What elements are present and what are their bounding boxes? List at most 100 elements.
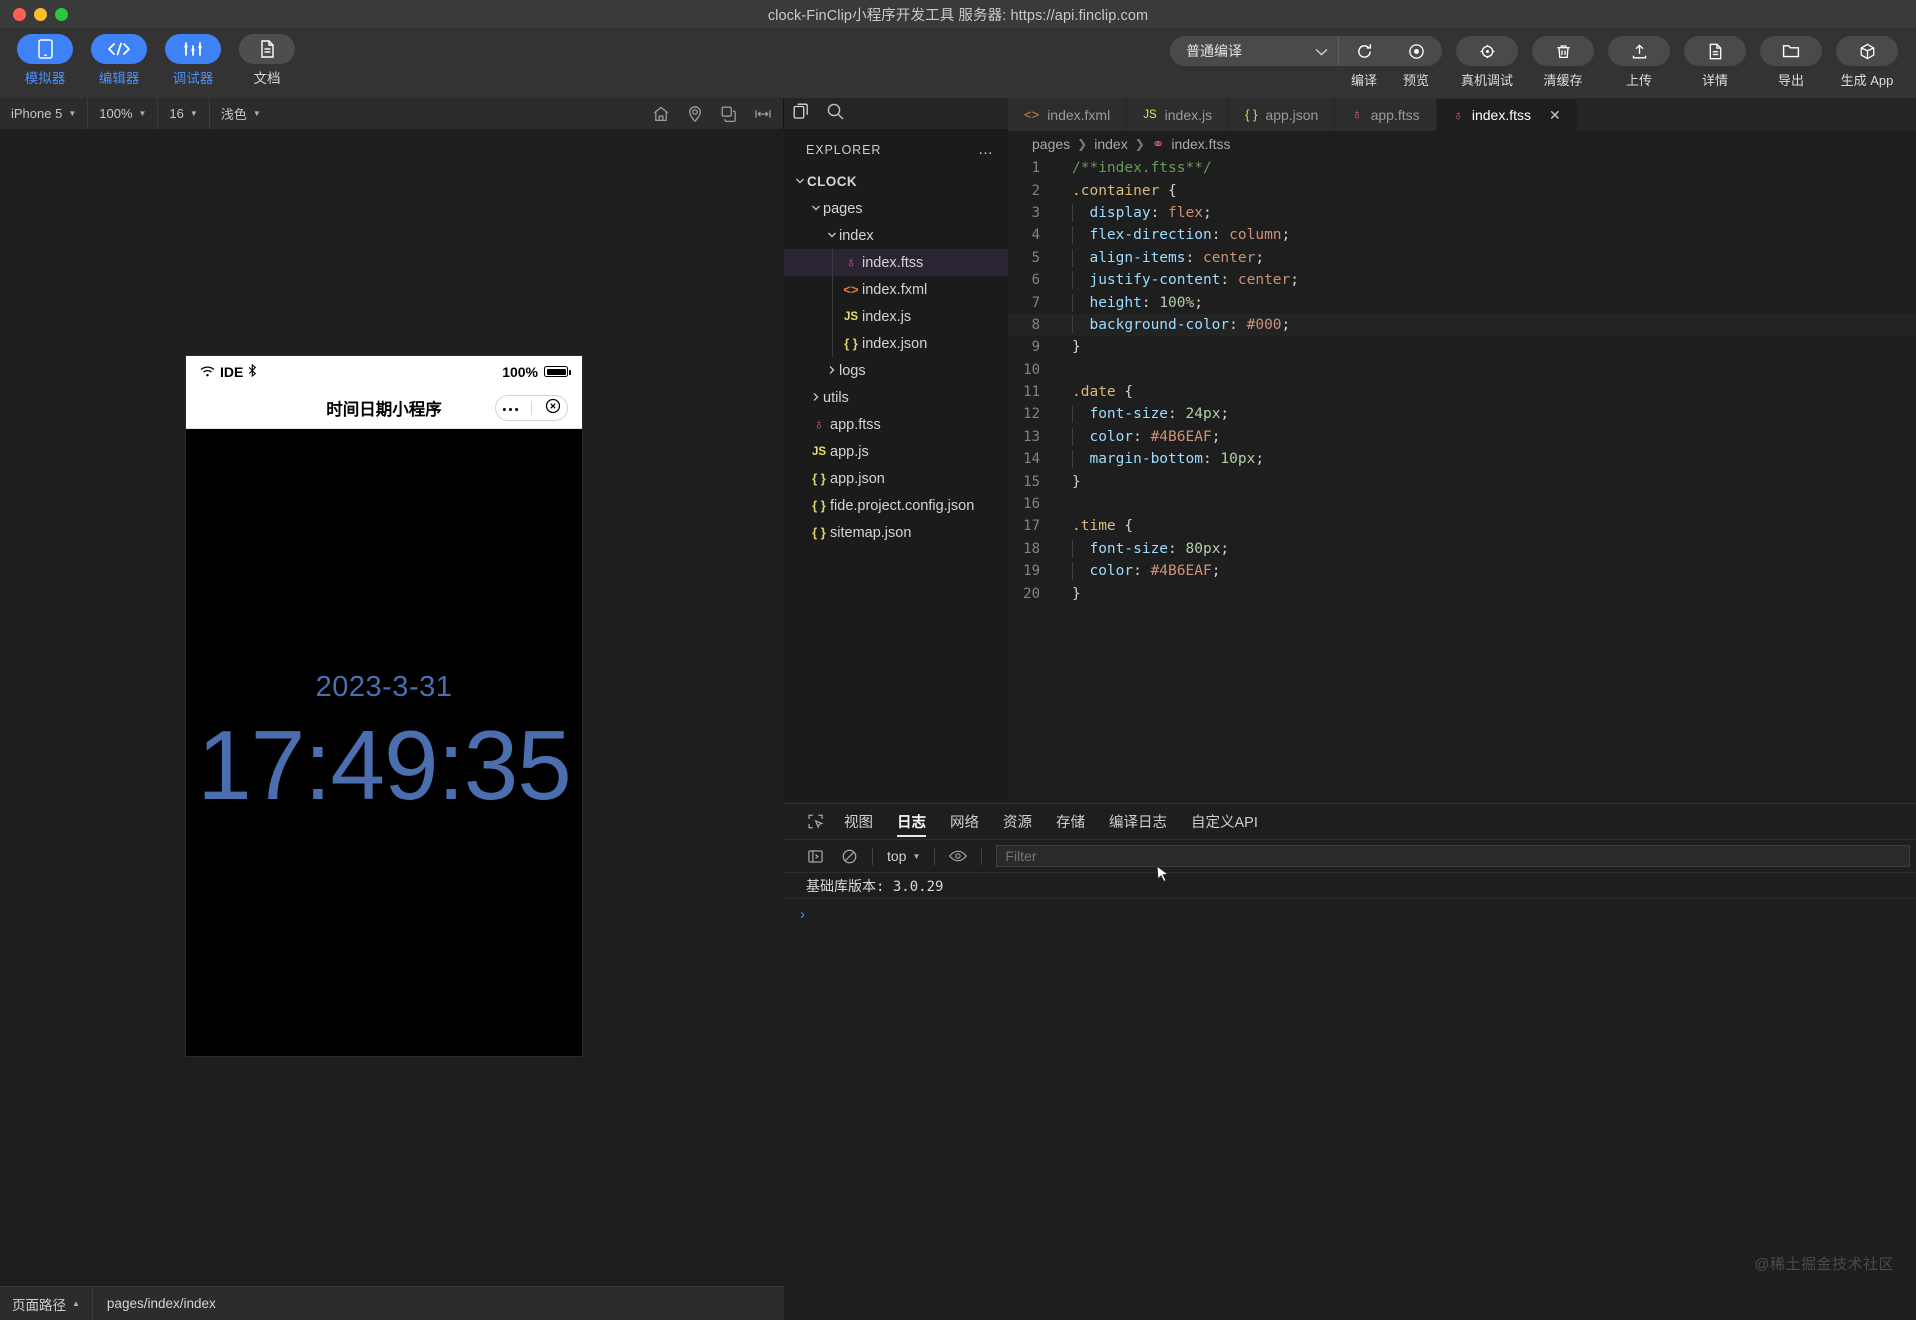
toolbar-debugger-button[interactable]: 调试器 — [162, 34, 224, 87]
line-number: 10 — [1023, 361, 1040, 378]
search-icon[interactable] — [826, 102, 845, 126]
page-path-toggle[interactable]: 页面路径 ▲ — [0, 1287, 93, 1320]
clear-cache-button[interactable]: 清缓存 — [1532, 36, 1594, 89]
preview-button[interactable]: 预览 — [1390, 36, 1442, 89]
copy-files-icon[interactable] — [792, 101, 812, 126]
code-token: ; — [1211, 563, 1221, 580]
tree-item-label: index — [839, 227, 874, 244]
console-tab-4[interactable]: 存储 — [1044, 804, 1097, 840]
breadcrumb-item-1[interactable]: index — [1094, 136, 1127, 152]
phone-simulator: IDE 100% 时间日期小程序 2023-3-31 17:49:35 — [186, 356, 582, 1056]
console-tab-bar: 视图 日志 网络 资源 存储 编译日志 自定义API — [784, 804, 1916, 840]
tree-item-logs[interactable]: logs — [784, 357, 1008, 384]
console-sidebar-icon[interactable] — [798, 848, 832, 865]
console-context-select[interactable]: top ▼ — [879, 848, 928, 864]
tree-item-index-fxml[interactable]: <> index.fxml — [784, 276, 1008, 303]
console-tab-label: 存储 — [1056, 815, 1085, 831]
tree-item-label: logs — [839, 362, 866, 379]
chevron-down-icon — [1315, 43, 1328, 59]
tree-item-app-ftss[interactable]: ♁ app.ftss — [784, 411, 1008, 438]
tree-item-index[interactable]: index — [784, 222, 1008, 249]
editor-tab-index-ftss[interactable]: ♁ index.ftss ✕ — [1436, 98, 1578, 131]
layers-icon[interactable] — [720, 105, 738, 123]
code-line: 19 color: #4B6EAF; — [1008, 560, 1916, 582]
tree-item-utils[interactable]: utils — [784, 384, 1008, 411]
console-prompt[interactable]: › — [784, 899, 1916, 929]
battery-percent-label: 100% — [502, 363, 538, 380]
theme-select[interactable]: 浅色 ▼ — [210, 98, 272, 129]
compile-button[interactable]: 编译 — [1338, 36, 1390, 89]
tree-item-app-js[interactable]: JS app.js — [784, 438, 1008, 465]
editor-tab-app-ftss[interactable]: ♁ app.ftss — [1335, 98, 1437, 131]
editor-tab-label: index.fxml — [1047, 106, 1111, 123]
clear-cache-label: 清缓存 — [1543, 73, 1583, 88]
editor-tab-index-fxml[interactable]: <> index.fxml — [1008, 98, 1128, 131]
close-circle-icon[interactable] — [545, 398, 561, 419]
explorer-more-icon[interactable]: … — [978, 141, 994, 158]
code-line: 14 margin-bottom: 10px; — [1008, 448, 1916, 470]
tree-item-index-ftss[interactable]: ♁ index.ftss — [784, 249, 1008, 276]
resize-icon[interactable] — [754, 105, 772, 123]
code-editor[interactable]: 1/**index.ftss**/2 .container {3 display:… — [1008, 157, 1916, 803]
console-tab-2[interactable]: 网络 — [938, 804, 991, 840]
eye-icon[interactable] — [941, 849, 975, 863]
compile-mode-value: 普通编译 — [1186, 43, 1242, 59]
code-line: 2 .container { — [1008, 179, 1916, 201]
toolbar-right-group: 普通编译 编译 预览 真机调试 清缓存 上传 详情 导出 生成 App — [1170, 36, 1898, 89]
home-icon[interactable] — [652, 105, 670, 123]
compile-mode-select[interactable]: 普通编译 — [1170, 36, 1338, 66]
tree-item-sitemap-json[interactable]: { } sitemap.json — [784, 519, 1008, 546]
details-button[interactable]: 详情 — [1684, 36, 1746, 89]
generate-app-button[interactable]: 生成 App — [1836, 36, 1898, 89]
wechat-capsule-button[interactable] — [495, 395, 568, 421]
font-size-select[interactable]: 16 ▼ — [158, 98, 210, 129]
tree-item-index-json[interactable]: { } index.json — [784, 330, 1008, 357]
clear-console-icon[interactable] — [832, 848, 866, 865]
line-number: 11 — [1023, 384, 1040, 401]
console-tab-1[interactable]: 日志 — [885, 804, 938, 840]
zoom-select[interactable]: 100% ▼ — [88, 98, 159, 129]
code-token: } — [1072, 339, 1081, 356]
location-icon[interactable] — [686, 105, 704, 123]
tree-indent-guide — [832, 330, 833, 357]
inspect-element-icon[interactable] — [798, 813, 832, 830]
code-line-text: background-color: #000; — [1054, 315, 1290, 334]
code-token: ; — [1202, 204, 1212, 221]
line-number: 3 — [1031, 204, 1040, 221]
tree-item-clock[interactable]: CLOCK — [784, 168, 1008, 195]
breadcrumb-item-0[interactable]: pages — [1032, 136, 1070, 152]
tree-item-label: fide.project.config.json — [830, 497, 975, 514]
console-tab-6[interactable]: 自定义API — [1179, 804, 1270, 840]
tree-item-pages[interactable]: pages — [784, 195, 1008, 222]
line-number: 20 — [1023, 585, 1040, 602]
console-tab-3[interactable]: 资源 — [991, 804, 1044, 840]
tree-item-app-json[interactable]: { } app.json — [784, 465, 1008, 492]
editor-tab-app-json[interactable]: { } app.json — [1229, 98, 1336, 131]
console-log-entry: 基础库版本: 3.0.29 — [784, 873, 1916, 899]
code-token: ; — [1255, 451, 1265, 468]
code-token: } — [1072, 585, 1081, 602]
tree-item-index-js[interactable]: JS index.js — [784, 303, 1008, 330]
json-file-icon: { } — [844, 336, 858, 351]
page-path-value: pages/index/index — [106, 1296, 216, 1311]
toolbar-docs-button[interactable]: 文档 — [236, 34, 298, 87]
close-icon[interactable]: ✕ — [1549, 107, 1561, 124]
console-tab-5[interactable]: 编译日志 — [1097, 804, 1179, 840]
console-filter-input[interactable] — [996, 845, 1910, 867]
code-line-text: } — [1054, 586, 1081, 602]
editor-tab-index-js[interactable]: JS index.js — [1127, 98, 1230, 131]
console-tab-label: 资源 — [1003, 815, 1032, 831]
code-token: : — [1185, 249, 1203, 266]
device-debug-button[interactable]: 真机调试 — [1456, 36, 1518, 89]
toolbar-editor-button[interactable]: 编辑器 — [88, 34, 150, 87]
chevron-down-icon — [808, 203, 823, 215]
tree-item-label: utils — [823, 389, 849, 406]
console-tab-0[interactable]: 视图 — [832, 804, 885, 840]
export-button[interactable]: 导出 — [1760, 36, 1822, 89]
breadcrumb-item-2[interactable]: index.ftss — [1171, 136, 1230, 152]
toolbar-simulator-button[interactable]: 模拟器 — [14, 34, 76, 87]
upload-button[interactable]: 上传 — [1608, 36, 1670, 89]
tree-item-fide-project-config-json[interactable]: { } fide.project.config.json — [784, 492, 1008, 519]
more-dots-icon[interactable] — [502, 399, 519, 417]
device-select[interactable]: iPhone 5 ▼ — [0, 98, 89, 129]
